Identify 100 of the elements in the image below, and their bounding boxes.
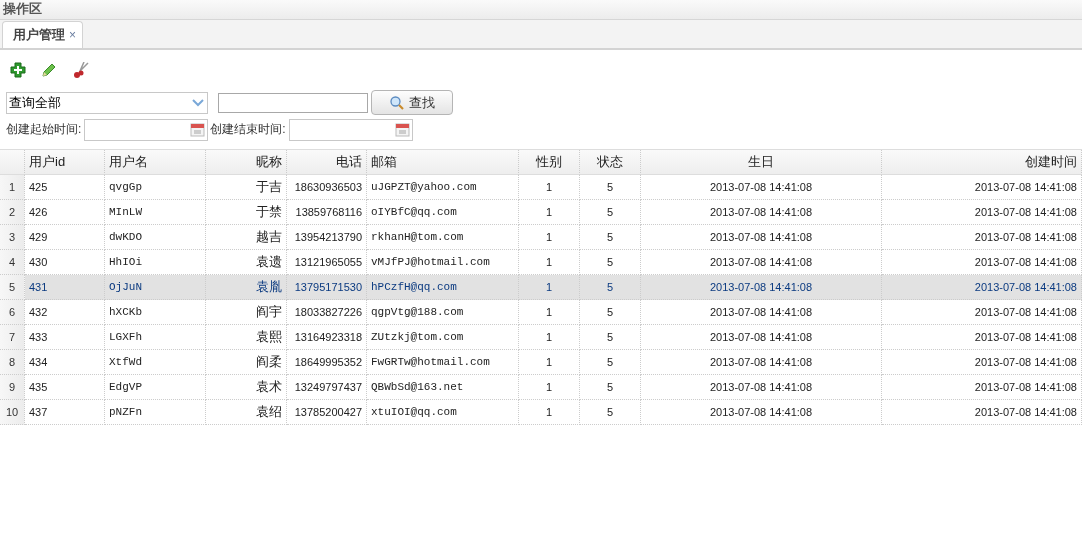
- search-icon: [389, 95, 404, 110]
- row-number: 4: [0, 250, 25, 275]
- calendar-icon[interactable]: [394, 122, 410, 137]
- close-icon[interactable]: ×: [69, 28, 76, 42]
- table-cell: FwGRTw@hotmail.com: [367, 350, 519, 375]
- table-cell: 2013-07-08 14:41:08: [641, 275, 882, 300]
- table-cell: 1: [519, 400, 580, 425]
- table-cell: 5: [580, 400, 641, 425]
- search-button[interactable]: 查找: [371, 90, 453, 115]
- table-cell: 2013-07-08 14:41:08: [641, 225, 882, 250]
- table-cell: 2013-07-08 14:41:08: [882, 200, 1082, 225]
- query-dropdown[interactable]: 查询全部: [6, 91, 208, 114]
- table-cell: LGXFh: [105, 325, 206, 350]
- table-cell: 2013-07-08 14:41:08: [641, 175, 882, 200]
- date-label: 创建起始时间:: [6, 121, 82, 138]
- table-cell: oIYBfC@qq.com: [367, 200, 519, 225]
- table-cell: 袁绍: [206, 400, 287, 425]
- add-icon[interactable]: [10, 62, 26, 78]
- column-header[interactable]: 创建时间: [882, 150, 1082, 175]
- table-cell: 越吉: [206, 225, 287, 250]
- table-cell: uJGPZT@yahoo.com: [367, 175, 519, 200]
- table-cell: 阎柔: [206, 350, 287, 375]
- table-cell: 1: [519, 375, 580, 400]
- table-cell: 425: [25, 175, 105, 200]
- pencil-icon[interactable]: [41, 62, 57, 78]
- column-header[interactable]: 生日: [641, 150, 882, 175]
- table-cell: hXCKb: [105, 300, 206, 325]
- scissors-icon[interactable]: [72, 61, 90, 79]
- date-label: 创建结束时间:: [210, 121, 286, 138]
- table-cell: 阎宇: [206, 300, 287, 325]
- table-cell: 5: [580, 225, 641, 250]
- column-header[interactable]: 电话: [287, 150, 367, 175]
- table-cell: 1: [519, 300, 580, 325]
- table-cell: OjJuN: [105, 275, 206, 300]
- calendar-icon[interactable]: [190, 122, 206, 137]
- column-header[interactable]: 昵称: [206, 150, 287, 175]
- tab[interactable]: 用户管理 ×: [2, 21, 83, 48]
- row-number: 10: [0, 400, 25, 425]
- table-cell: 426: [25, 200, 105, 225]
- table-cell: 袁熙: [206, 325, 287, 350]
- table-cell: 18649995352: [287, 350, 367, 375]
- table-cell: 5: [580, 200, 641, 225]
- table-cell: 5: [580, 175, 641, 200]
- table-cell: 2013-07-08 14:41:08: [641, 300, 882, 325]
- table-cell: ZUtzkj@tom.com: [367, 325, 519, 350]
- row-number: 5: [0, 275, 25, 300]
- table-cell: 13795171530: [287, 275, 367, 300]
- keyword-field[interactable]: [218, 92, 368, 113]
- column-header[interactable]: 性别: [519, 150, 580, 175]
- table-cell: 袁胤: [206, 275, 287, 300]
- table-cell: 5: [580, 375, 641, 400]
- date-field[interactable]: [84, 118, 209, 141]
- table-cell: qvgGp: [105, 175, 206, 200]
- table-cell: 2013-07-08 14:41:08: [641, 400, 882, 425]
- table-cell: 431: [25, 275, 105, 300]
- column-header[interactable]: 状态: [580, 150, 641, 175]
- table-cell: 1: [519, 350, 580, 375]
- table-cell: hPCzfH@qq.com: [367, 275, 519, 300]
- table-cell: 1: [519, 225, 580, 250]
- column-header[interactable]: 邮箱: [367, 150, 519, 175]
- table-cell: 13785200427: [287, 400, 367, 425]
- table-cell: 18033827226: [287, 300, 367, 325]
- table-cell: qgpVtg@188.com: [367, 300, 519, 325]
- table-cell: 429: [25, 225, 105, 250]
- table-cell: 2013-07-08 14:41:08: [882, 375, 1082, 400]
- table-cell: MInLW: [105, 200, 206, 225]
- table-cell: 于禁: [206, 200, 287, 225]
- row-number: 8: [0, 350, 25, 375]
- table-cell: 433: [25, 325, 105, 350]
- row-number: 3: [0, 225, 25, 250]
- header-corner: [0, 150, 25, 175]
- table-cell: 434: [25, 350, 105, 375]
- table-cell: 2013-07-08 14:41:08: [882, 275, 1082, 300]
- table-cell: pNZFn: [105, 400, 206, 425]
- date-field[interactable]: [288, 118, 413, 141]
- row-number: 2: [0, 200, 25, 225]
- row-number: 6: [0, 300, 25, 325]
- table-cell: 2013-07-08 14:41:08: [641, 375, 882, 400]
- row-number: 7: [0, 325, 25, 350]
- column-header[interactable]: 用户id: [25, 150, 105, 175]
- table-cell: 5: [580, 325, 641, 350]
- table-cell: 1: [519, 175, 580, 200]
- table-cell: 2013-07-08 14:41:08: [882, 400, 1082, 425]
- column-header[interactable]: 用户名: [105, 150, 206, 175]
- panel-title: 操作区: [2, 0, 42, 17]
- table-cell: 5: [580, 275, 641, 300]
- table-cell: 1: [519, 275, 580, 300]
- table-cell: 13859768116: [287, 200, 367, 225]
- table-cell: XtfWd: [105, 350, 206, 375]
- row-number: 9: [0, 375, 25, 400]
- table-cell: dwKDO: [105, 225, 206, 250]
- table-cell: 2013-07-08 14:41:08: [641, 350, 882, 375]
- table-cell: 2013-07-08 14:41:08: [882, 175, 1082, 200]
- table-cell: 5: [580, 300, 641, 325]
- table-cell: 13164923318: [287, 325, 367, 350]
- table-cell: 13249797437: [287, 375, 367, 400]
- table-cell: 2013-07-08 14:41:08: [882, 300, 1082, 325]
- table-cell: 5: [580, 350, 641, 375]
- table-cell: rkhanH@tom.com: [367, 225, 519, 250]
- table-cell: 437: [25, 400, 105, 425]
